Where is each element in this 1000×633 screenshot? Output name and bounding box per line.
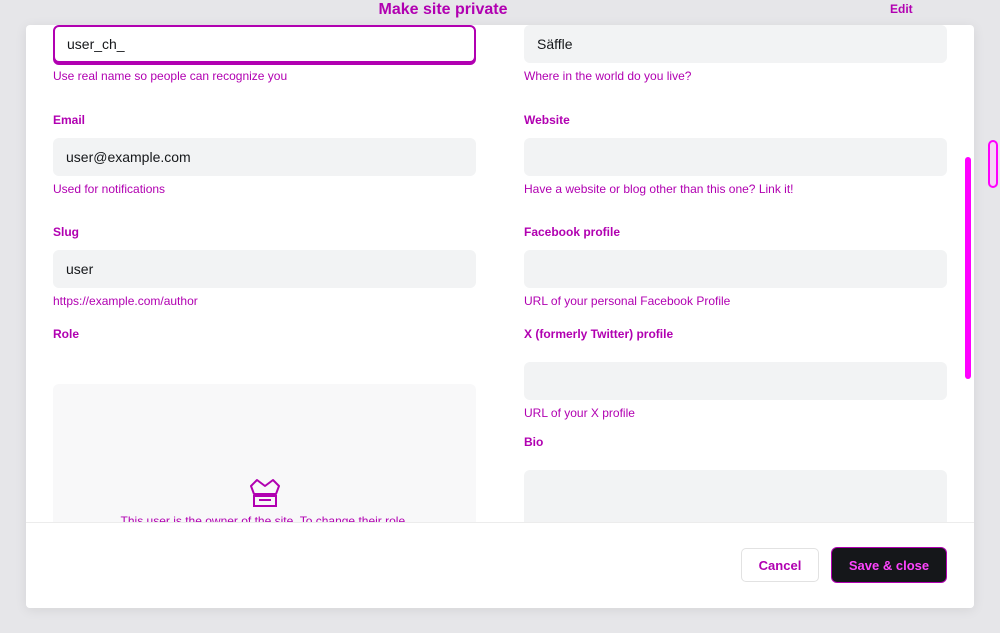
- save-close-button[interactable]: Save & close: [832, 548, 946, 582]
- email-hint: Used for notifications: [53, 182, 166, 196]
- role-field: Role: [53, 327, 476, 341]
- page-title: Make site private: [378, 1, 508, 18]
- slug-input[interactable]: user: [53, 250, 476, 288]
- x-profile-input[interactable]: [524, 362, 947, 400]
- page-scroll-handle[interactable]: [988, 140, 998, 188]
- location-field: Säffle Where in the world do you live?: [524, 25, 947, 83]
- website-field: Website Have a website or blog other tha…: [524, 113, 947, 196]
- bio-label: Bio: [524, 435, 544, 449]
- website-input[interactable]: [524, 138, 947, 176]
- email-field: Email user@example.com Used for notifica…: [53, 113, 476, 196]
- cancel-button[interactable]: Cancel: [741, 548, 819, 582]
- full-name-hint: Use real name so people can recognize yo…: [53, 69, 288, 83]
- facebook-label: Facebook profile: [524, 225, 621, 239]
- full-name-field: user_ch_ Use real name so people can rec…: [53, 25, 476, 83]
- email-input[interactable]: user@example.com: [53, 138, 476, 176]
- website-label: Website: [524, 113, 570, 127]
- crown-icon: [250, 479, 280, 507]
- full-name-input[interactable]: user_ch_: [53, 25, 476, 63]
- x-profile-hint: URL of your X profile: [524, 406, 635, 420]
- location-hint: Where in the world do you live?: [524, 69, 692, 83]
- edit-link[interactable]: Edit: [890, 2, 913, 16]
- modal-footer: Cancel Save & close: [26, 523, 974, 608]
- facebook-field: Facebook profile URL of your personal Fa…: [524, 225, 947, 308]
- role-label: Role: [53, 327, 80, 341]
- background-header: Make site private Edit: [0, 0, 1000, 25]
- slug-hint: https://example.com/author: [53, 294, 198, 308]
- facebook-hint: URL of your personal Facebook Profile: [524, 294, 731, 308]
- x-profile-label: X (formerly Twitter) profile: [524, 327, 674, 341]
- slug-label: Slug: [53, 225, 79, 239]
- website-hint: Have a website or blog other than this o…: [524, 182, 794, 196]
- email-label: Email: [53, 113, 86, 127]
- slug-field: Slug user https://example.com/author: [53, 225, 476, 308]
- user-settings-modal: user_ch_ Use real name so people can rec…: [26, 25, 974, 608]
- x-profile-field: X (formerly Twitter) profile URL of your…: [524, 327, 947, 420]
- location-input[interactable]: Säffle: [524, 25, 947, 63]
- facebook-input[interactable]: [524, 250, 947, 288]
- modal-scrollbar[interactable]: [965, 157, 971, 379]
